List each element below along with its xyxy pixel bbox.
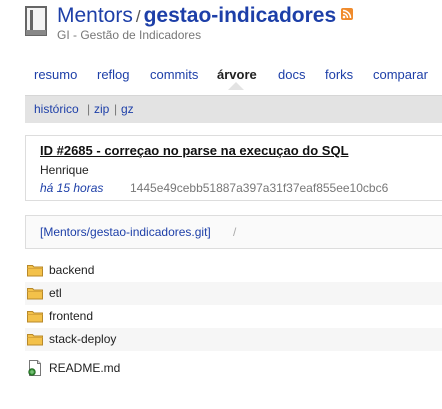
list-item[interactable]: frontend <box>25 305 442 328</box>
commit-author: Henrique <box>40 163 89 177</box>
subnav-separator: | <box>87 102 91 116</box>
tree-subnav: histórico | zip | gz <box>25 95 442 123</box>
owner-link[interactable]: Mentors <box>57 4 133 27</box>
file-tree: backend etl frontend stack-deploy README… <box>25 259 442 383</box>
repo-header: Mentors / gestao-indicadores GI - Gestão d… <box>0 0 442 50</box>
list-item[interactable]: README.md <box>25 353 442 383</box>
tab-resumo[interactable]: resumo <box>34 67 77 82</box>
tab-commits[interactable]: commits <box>150 67 198 82</box>
document-icon <box>28 360 41 376</box>
tab-comparar[interactable]: comparar <box>373 67 428 82</box>
folder-icon <box>27 311 43 323</box>
folder-link[interactable]: stack-deploy <box>49 332 116 346</box>
rss-icon[interactable] <box>341 8 354 20</box>
tab-reflog[interactable]: reflog <box>97 67 130 82</box>
list-item[interactable]: stack-deploy <box>25 328 442 351</box>
commit-hash: 1445e49cebb51887a397a31f37eaf855ee10cbc6 <box>130 181 389 195</box>
folder-link[interactable]: frontend <box>49 309 93 323</box>
file-link[interactable]: README.md <box>49 361 120 375</box>
commit-age: há 15 horas <box>40 181 104 195</box>
tab-arvore[interactable]: árvore <box>217 67 257 82</box>
zip-link[interactable]: zip <box>94 102 109 116</box>
active-tab-indicator <box>228 82 244 90</box>
tab-docs[interactable]: docs <box>278 67 305 82</box>
folder-link[interactable]: backend <box>49 263 94 277</box>
title-separator: / <box>135 7 141 26</box>
list-item[interactable]: backend <box>25 259 442 282</box>
breadcrumb-root-link[interactable]: [Mentors/gestao-indicadores.git] <box>40 225 211 239</box>
folder-icon <box>27 288 43 300</box>
history-link[interactable]: histórico <box>34 102 79 116</box>
folder-icon <box>27 265 43 277</box>
repository-icon <box>25 6 47 36</box>
subnav-separator: | <box>114 102 118 116</box>
tab-forks[interactable]: forks <box>325 67 353 82</box>
gz-link[interactable]: gz <box>121 102 134 116</box>
repo-link[interactable]: gestao-indicadores <box>144 4 337 27</box>
page-title: Mentors / gestao-indicadores <box>57 3 354 30</box>
folder-link[interactable]: etl <box>49 286 62 300</box>
commit-summary: ID #2685 - correçao no parse na execuçao… <box>25 135 442 201</box>
breadcrumb: [Mentors/gestao-indicadores.git] / <box>25 215 442 249</box>
repo-nav: resumo reflog commits árvore docs forks … <box>0 60 442 94</box>
breadcrumb-separator: / <box>233 225 237 239</box>
commit-message-link[interactable]: ID #2685 - correçao no parse na execuçao… <box>40 143 349 158</box>
repo-description: GI - Gestão de Indicadores <box>57 28 202 42</box>
list-item[interactable]: etl <box>25 282 442 305</box>
folder-icon <box>27 334 43 346</box>
